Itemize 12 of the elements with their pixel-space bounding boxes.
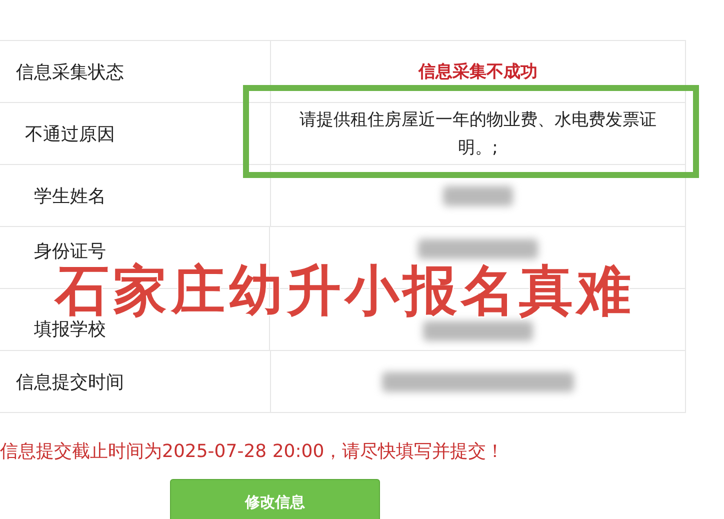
field-label: 身份证号 [33, 240, 107, 263]
field-label: 不通过原因 [24, 122, 116, 146]
field-label: 学生姓名 [33, 184, 107, 208]
overlay-caption: 石家庄幼升小报名真难 [55, 264, 635, 318]
status-text: 信息采集不成功 [418, 61, 538, 83]
blurred-value [443, 186, 513, 206]
field-label: 填报学校 [33, 318, 107, 341]
reason-text: 请提供租住房屋近一年的物业费、水电费发票证明。; [298, 108, 658, 160]
field-label: 信息提交时间 [15, 370, 125, 394]
edit-info-button[interactable]: 修改信息 [170, 479, 380, 519]
field-label: 信息采集状态 [15, 60, 125, 84]
deadline-notice: 信息提交截止时间为2025-07-28 20:00，请尽快填写并提交！ [0, 440, 506, 463]
